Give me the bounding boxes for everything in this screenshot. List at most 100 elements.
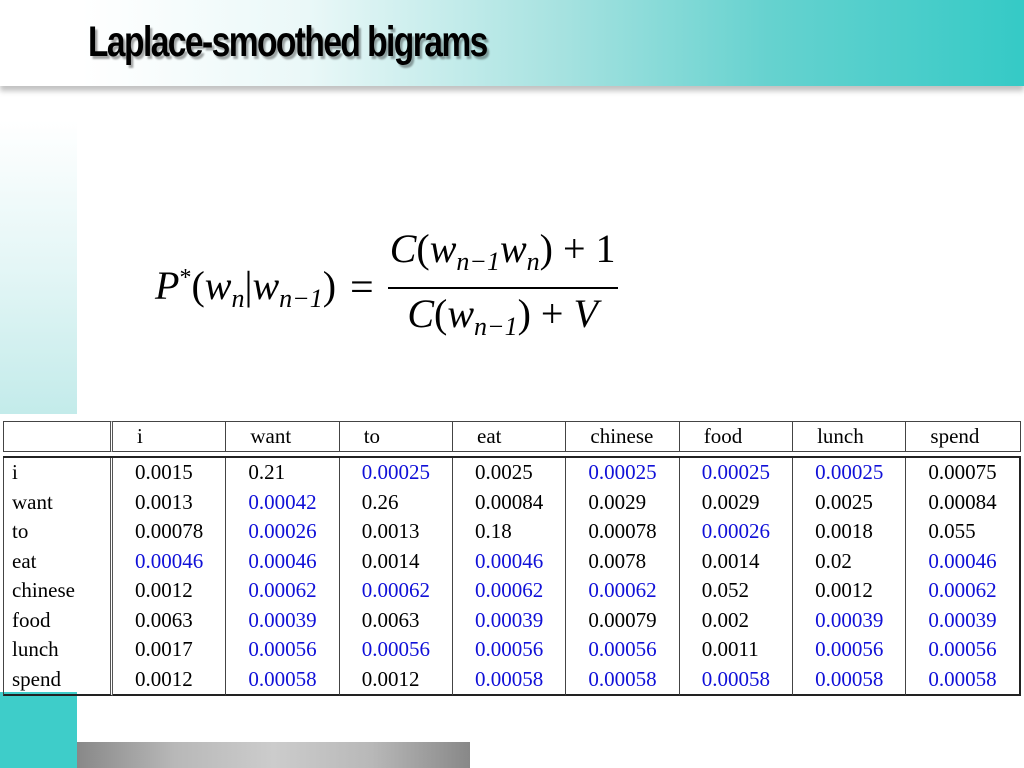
- probability-cell: 0.0029: [566, 487, 680, 517]
- probability-cell: 0.00046: [113, 546, 227, 576]
- probability-cell: 0.0012: [793, 576, 907, 606]
- formula-paren: (: [434, 291, 448, 336]
- formula-plus-one: + 1: [562, 226, 616, 271]
- formula-lhs: P*(wn|wn−1): [155, 262, 336, 314]
- probability-cell: 0.00062: [340, 576, 454, 606]
- row-label: want: [3, 487, 113, 517]
- probability-cell: 0.0063: [340, 605, 454, 635]
- formula-C: C: [407, 291, 435, 336]
- probability-cell: 0.0013: [113, 487, 227, 517]
- table-row: chinese 0.0012 0.00062 0.00062 0.00062 0.0006…: [3, 576, 1021, 606]
- probability-cell: 0.0015: [113, 458, 227, 488]
- probability-cell: 0.00078: [566, 517, 680, 547]
- probability-cell: 0.00056: [453, 635, 567, 665]
- row-label: food: [3, 605, 113, 635]
- probability-cell: 0.00026: [226, 517, 340, 547]
- probability-cell: 0.00062: [566, 576, 680, 606]
- header-corner-cell: [3, 421, 113, 452]
- row-label: chinese: [3, 576, 113, 606]
- bigram-probability-table: i want to eat chinese food lunch spend i…: [3, 421, 1021, 696]
- row-label: lunch: [3, 635, 113, 665]
- formula-w: w: [429, 226, 457, 271]
- table-row: to 0.00078 0.00026 0.0013 0.18 0.00078 0.00026…: [3, 517, 1021, 547]
- probability-cell: 0.0018: [793, 517, 907, 547]
- probability-cell: 0.0063: [113, 605, 227, 635]
- formula-C: C: [389, 226, 417, 271]
- probability-cell: 0.00058: [679, 664, 794, 696]
- probability-cell: 0.00084: [453, 487, 567, 517]
- formula-paren: ): [539, 226, 553, 271]
- probability-cell: 0.02: [793, 546, 907, 576]
- probability-cell: 0.00042: [226, 487, 340, 517]
- column-header: i: [113, 421, 227, 452]
- probability-cell: 0.00078: [113, 517, 227, 547]
- column-header: spend: [906, 421, 1021, 452]
- row-label: spend: [3, 664, 113, 696]
- probability-cell: 0.0078: [566, 546, 680, 576]
- formula-numerator: C(wn−1wn) + 1: [387, 224, 618, 289]
- formula-fraction: C(wn−1wn) + 1 C(wn−1) + V: [387, 224, 618, 352]
- bottom-gray-bar: [77, 742, 470, 768]
- formula-w: w: [252, 263, 280, 308]
- row-label: to: [3, 517, 113, 547]
- formula-w: w: [499, 226, 527, 271]
- column-header: lunch: [793, 421, 907, 452]
- probability-cell: 0.00058: [793, 664, 907, 696]
- formula-sub: n: [231, 284, 245, 313]
- formula-paren: (: [416, 226, 430, 271]
- formula-P: P: [155, 263, 180, 308]
- probability-cell: 0.00062: [453, 576, 567, 606]
- probability-cell: 0.00079: [566, 605, 680, 635]
- probability-cell: 0.00058: [906, 664, 1021, 696]
- probability-cell: 0.00058: [453, 664, 567, 696]
- formula-denominator: C(wn−1) + V: [405, 289, 600, 352]
- column-header: want: [226, 421, 340, 452]
- probability-cell: 0.18: [453, 517, 567, 547]
- probability-cell: 0.00056: [340, 635, 454, 665]
- probability-cell: 0.00062: [906, 576, 1021, 606]
- table-row: food 0.0063 0.00039 0.0063 0.00039 0.00079 0.0…: [3, 605, 1021, 635]
- formula-sub: n−1: [279, 284, 323, 313]
- formula-sub: n−1: [474, 312, 518, 341]
- probability-cell: 0.052: [680, 576, 794, 606]
- probability-cell: 0.00026: [680, 517, 794, 547]
- probability-cell: 0.0014: [340, 546, 454, 576]
- table-row: eat 0.00046 0.00046 0.0014 0.00046 0.0078 0.00…: [3, 546, 1021, 576]
- formula-w: w: [204, 263, 232, 308]
- probability-cell: 0.0029: [680, 487, 794, 517]
- formula-paren: ): [517, 291, 531, 336]
- formula-w: w: [447, 291, 475, 336]
- table-row: lunch 0.0017 0.00056 0.00056 0.00056 0.00056 0…: [3, 635, 1021, 665]
- formula-paren: (: [191, 263, 205, 308]
- probability-cell: 0.00046: [906, 546, 1021, 576]
- probability-cell: 0.00025: [566, 458, 680, 488]
- probability-cell: 0.0012: [113, 576, 227, 606]
- formula-equals: =: [350, 265, 374, 311]
- probability-cell: 0.00025: [793, 458, 907, 488]
- probability-cell: 0.0013: [340, 517, 454, 547]
- probability-cell: 0.0012: [113, 664, 227, 696]
- probability-cell: 0.0025: [793, 487, 907, 517]
- probability-cell: 0.00046: [453, 546, 567, 576]
- title-bar: Laplace-smoothed bigrams: [0, 0, 1024, 86]
- probability-cell: 0.0011: [680, 635, 794, 665]
- formula-paren: ): [322, 263, 337, 308]
- probability-cell: 0.00039: [453, 605, 567, 635]
- probability-cell: 0.00062: [226, 576, 340, 606]
- formula-sub: n: [526, 247, 540, 276]
- probability-cell: 0.00056: [906, 635, 1021, 665]
- probability-cell: 0.00084: [906, 487, 1021, 517]
- slide-title: Laplace-smoothed bigrams: [88, 18, 488, 66]
- column-header: eat: [453, 421, 567, 452]
- probability-cell: 0.0017: [113, 635, 227, 665]
- table-header-row: i want to eat chinese food lunch spend: [3, 421, 1021, 452]
- formula-star: *: [179, 265, 192, 291]
- probability-cell: 0.00056: [793, 635, 907, 665]
- probability-cell: 0.0014: [680, 546, 794, 576]
- probability-cell: 0.002: [680, 605, 794, 635]
- bottom-teal-square: [0, 692, 77, 768]
- probability-cell: 0.21: [226, 458, 340, 488]
- formula-V: V: [573, 291, 598, 336]
- column-header: to: [339, 421, 454, 452]
- formula-plus: +: [540, 291, 564, 336]
